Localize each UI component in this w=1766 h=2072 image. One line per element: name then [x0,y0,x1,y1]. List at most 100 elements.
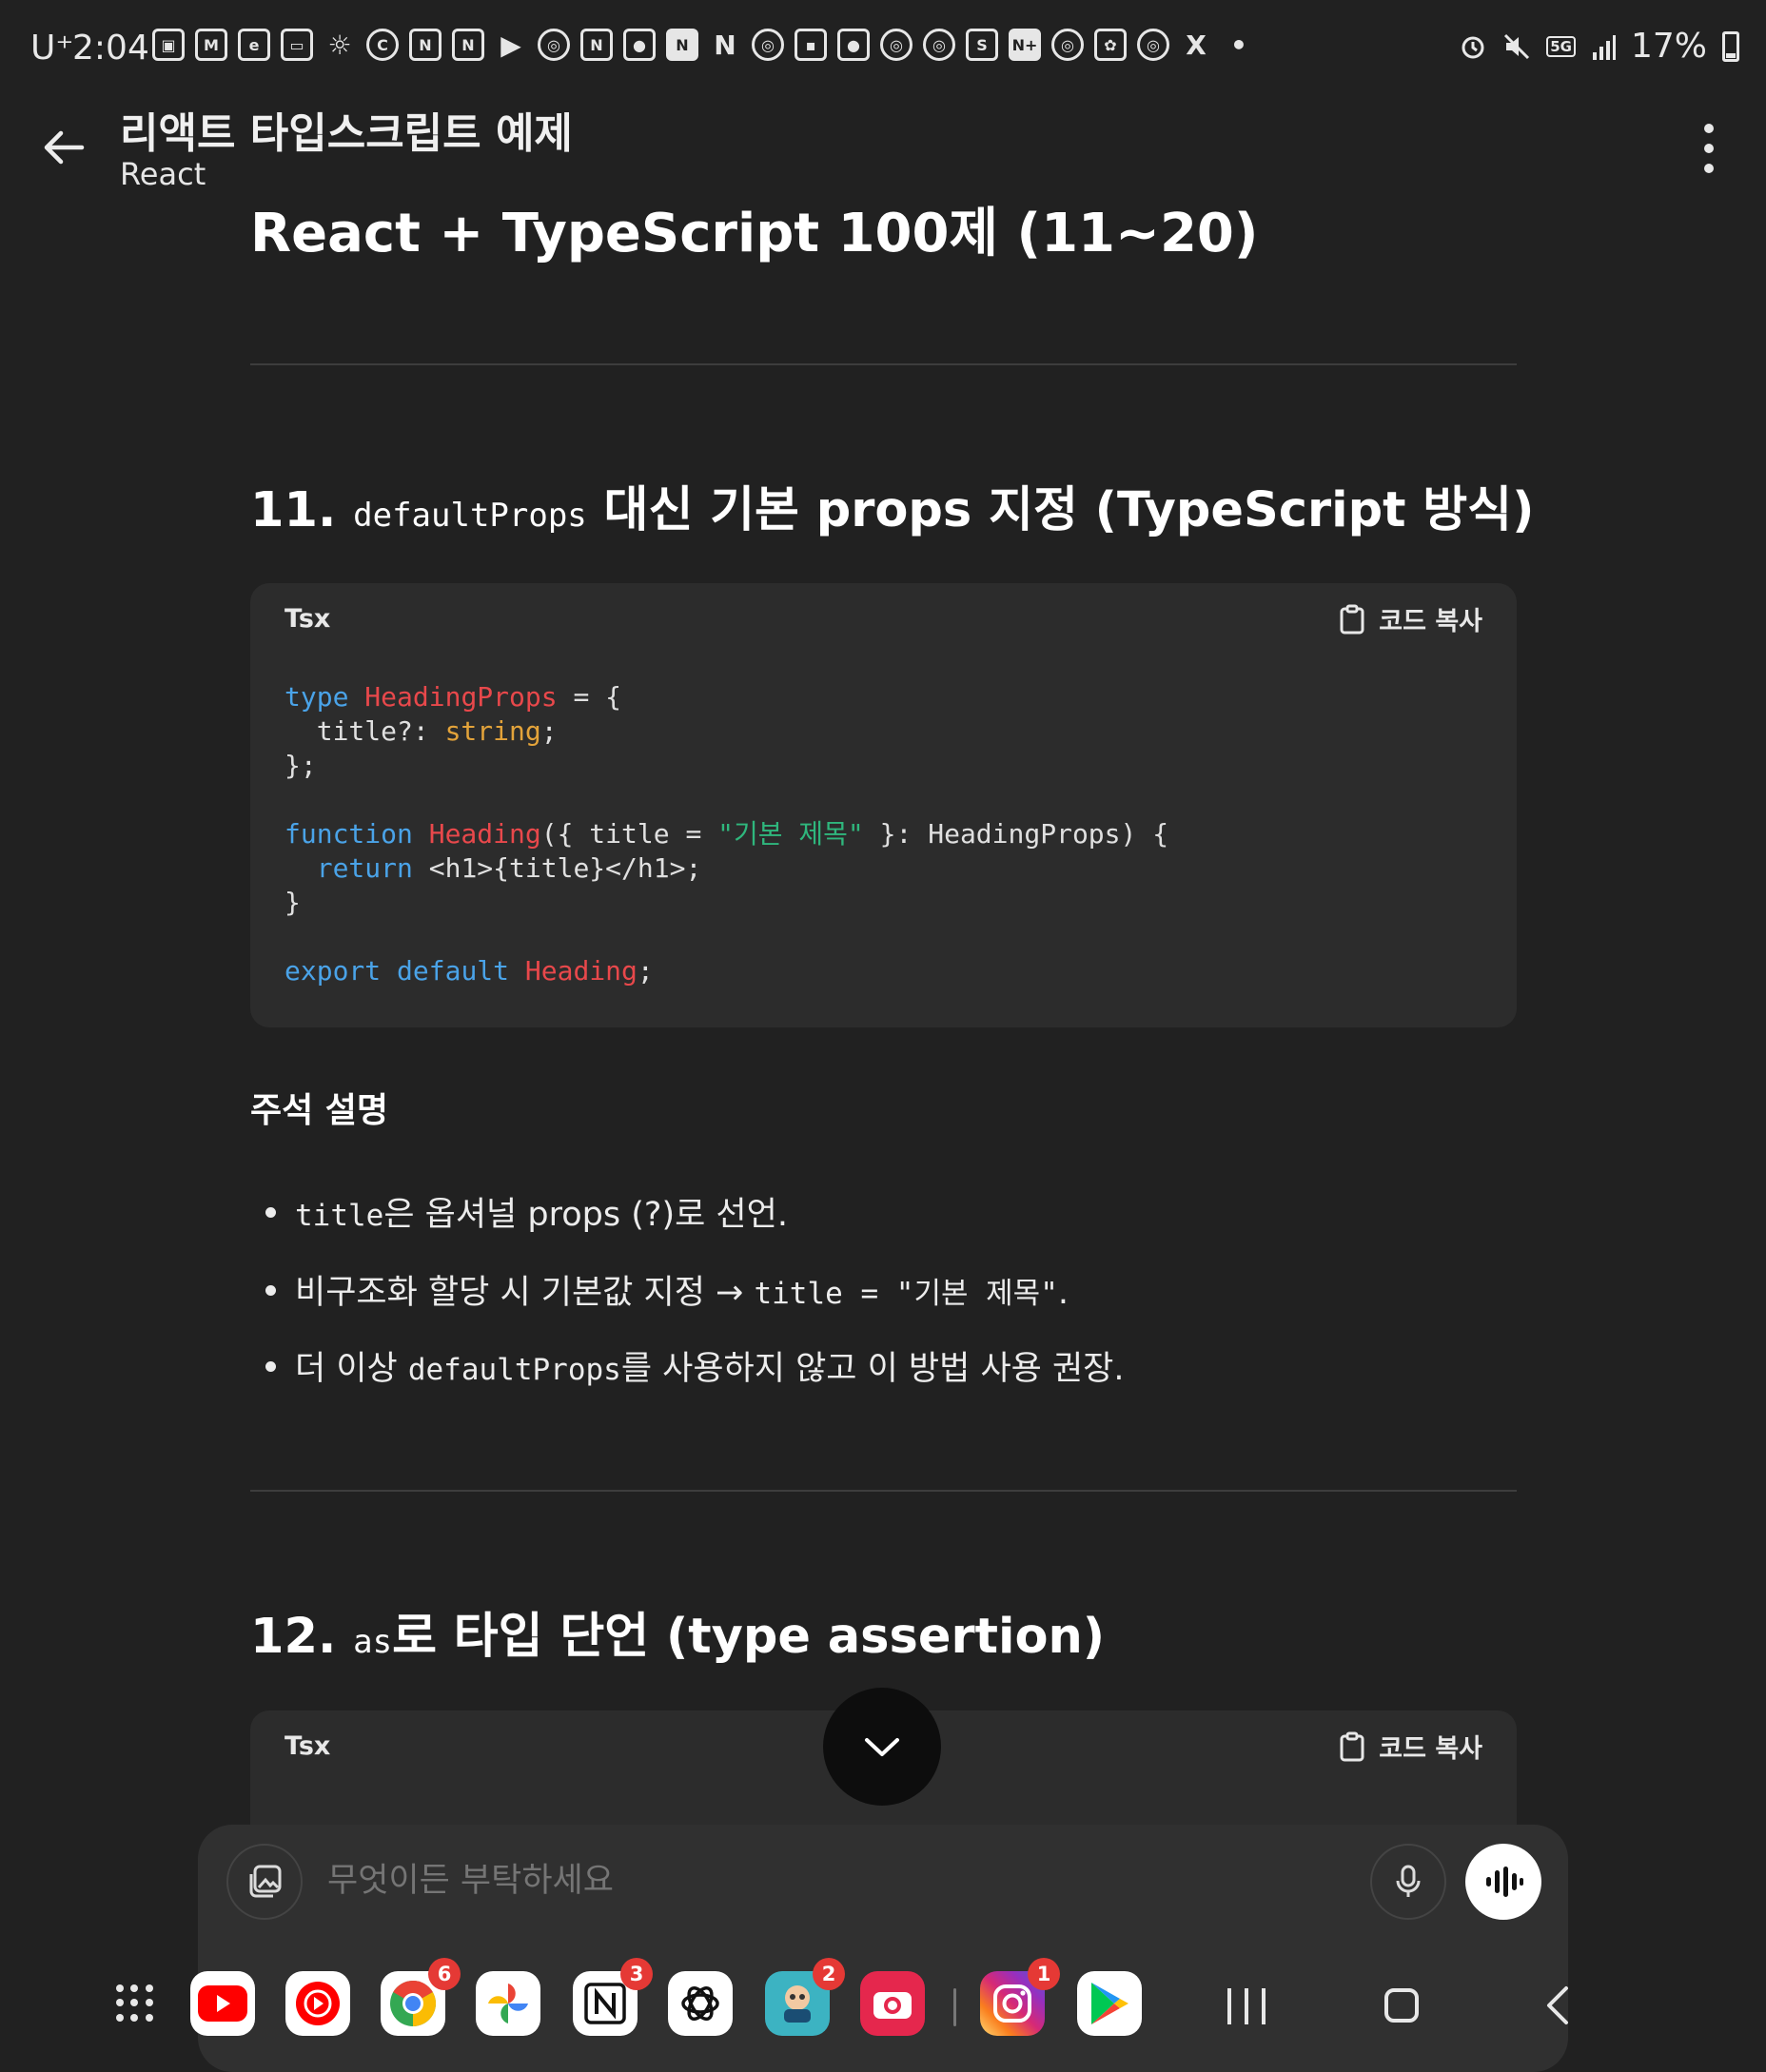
carrier-label: U⁺ [30,29,74,68]
google-photos-app-icon[interactable] [476,1971,540,2036]
netflix-icon: N [714,29,736,61]
notification-icons: ▣ Me ▭ ☼ C N N ▶ ◎ N ● N N ◎ ▪ ● ◎ ◎ S N+ ◎ ✿ ◎ X • [152,29,1255,61]
list-item: 더 이상 defaultProps를 사용하지 않고 이 방법 사용 권장. [265,1341,1125,1390]
copy-code-button[interactable]: 코드 복사 [1339,600,1482,637]
page-title: 리액트 타입스크립트 예제 [120,109,573,158]
chevron-down-icon [865,1738,899,1756]
divider [250,363,1517,365]
code-content: type HeadingProps = { title?: string; };… [285,681,1169,987]
nplus-icon: N+ [1009,29,1041,61]
chrome-icon: ◎ [538,29,570,61]
naver-n-icon: N [580,29,613,61]
section-number: 11. [250,482,337,538]
baemin-connect-app-icon[interactable]: 2 [765,1958,845,2036]
gallery-icon: ▣ [152,29,185,61]
prompt-input[interactable] [325,1861,1090,1901]
clock: 2:04 [72,29,149,68]
notion-icon: N [666,29,698,61]
code-language: Tsx [285,1731,331,1761]
section-title-text: 로 타입 단언 (type assertion) [392,1609,1106,1665]
naver-n-icon: N [452,29,484,61]
chatgpt-app-icon[interactable] [668,1971,733,2036]
taskbar: 6 3 2 1 [0,1958,1766,2055]
c-icon: C [366,29,399,61]
section-title-text: 대신 기본 props 지정 (TypeScript 방식) [603,482,1535,538]
app-drawer-button[interactable] [116,1984,154,2023]
back-nav-button[interactable] [1545,1984,1570,2030]
notion-app-icon[interactable]: 3 [573,1958,653,2036]
waveform-icon [1486,1867,1523,1897]
recents-button[interactable] [1227,1988,1266,2024]
more-options-button[interactable] [1697,124,1720,173]
clipboard-icon [1340,1731,1364,1761]
list-item: 비구조화 할당 시 기본값 지정 → title = "기본 제목". [265,1265,1069,1314]
section-11-title: 11. defaultProps 대신 기본 props 지정 (TypeScr… [250,470,1534,540]
youtube-app-icon[interactable] [190,1971,255,2036]
app-header: 리액트 타입스크립트 예제 React [0,93,1766,200]
code-language: Tsx [285,604,331,634]
scroll-down-button[interactable] [823,1688,941,1806]
won-icon: ● [623,29,656,61]
back-button[interactable] [38,122,89,173]
home-button[interactable] [1384,1988,1419,2023]
copy-code-button[interactable]: 코드 복사 [1339,1728,1482,1765]
page-subtitle: React [120,156,206,192]
chrome-app-icon[interactable]: 6 [381,1958,461,2036]
microphone-icon [1396,1865,1421,1897]
chevron-left-icon [1547,1986,1568,2024]
inline-code: as [353,1623,393,1661]
clipboard-icon [1340,604,1364,634]
app-icon: ▪ [795,29,827,61]
s-icon: S [966,29,998,61]
divider [250,1490,1517,1492]
copy-label: 코드 복사 [1379,607,1482,636]
instagram-app-icon[interactable]: 1 [980,1958,1060,2036]
notification-badge: 6 [428,1958,461,1990]
camera-app-icon[interactable] [860,1971,925,2036]
game-icon: ▭ [281,29,313,61]
status-bar: U⁺ 2:04 ▣ Me ▭ ☼ C N N ▶ ◎ N ● N N ◎ ▪ ● ◎ ◎ S N+ ◎ ✿ ◎ X • 5G 1… [0,0,1766,99]
play-store-app-icon[interactable] [1077,1971,1142,2036]
brightness-icon: ☼ [327,29,352,61]
voice-mode-button[interactable] [1465,1844,1541,1920]
inline-code: defaultProps [353,497,587,535]
won-icon: ● [837,29,870,61]
status-right: 5G 17% [1459,27,1739,66]
gmail-icon: M [195,29,227,61]
chrome-icon: ◎ [1137,29,1169,61]
notification-badge: 3 [620,1958,653,1990]
notification-badge: 2 [813,1958,845,1990]
attach-image-button[interactable] [226,1844,303,1920]
bullet-text: 더 이상 [295,1350,408,1388]
play-icon: ▶ [500,29,521,61]
youtube-music-app-icon[interactable] [285,1971,350,2036]
section-12-title: 12. as로 타입 단언 (type assertion) [250,1596,1105,1667]
signal-icon [1592,34,1616,60]
notes-heading: 주석 설명 [250,1091,389,1130]
chatgpt-icon: ✿ [1094,29,1127,61]
code-block: Tsx 코드 복사 type HeadingProps = { title?: … [250,583,1517,1027]
inline-code: title [295,1199,384,1233]
dot-icon: • [1230,29,1247,61]
battery-icon [1722,30,1739,62]
bullet-text: 비구조화 할당 시 기본값 지정 → [295,1274,755,1312]
chrome-icon: ◎ [1051,29,1084,61]
copy-label: 코드 복사 [1379,1734,1482,1764]
previous-heading: React + TypeScript 100제 (11~20) [250,203,1259,264]
section-number: 12. [250,1609,337,1665]
list-item: title은 옵셔널 props (?)로 선언. [265,1187,788,1236]
microphone-button[interactable] [1370,1844,1446,1920]
mute-icon [1504,33,1530,59]
battery-percent: 17% [1630,27,1707,66]
network-5g-icon: 5G [1546,35,1576,57]
bullet-text: . [1057,1274,1069,1312]
chrome-icon: ◎ [880,29,912,61]
notification-badge: 1 [1028,1958,1060,1990]
taskbar-separator [953,1988,956,2026]
chrome-icon: ◎ [923,29,955,61]
bullet-text: 은 옵셔널 props (?)로 선언. [383,1196,788,1234]
x-icon: X [1186,29,1207,61]
naver-n-icon: N [409,29,442,61]
inline-code: title = "기본 제목" [754,1277,1058,1311]
arrow-left-icon [44,130,85,165]
